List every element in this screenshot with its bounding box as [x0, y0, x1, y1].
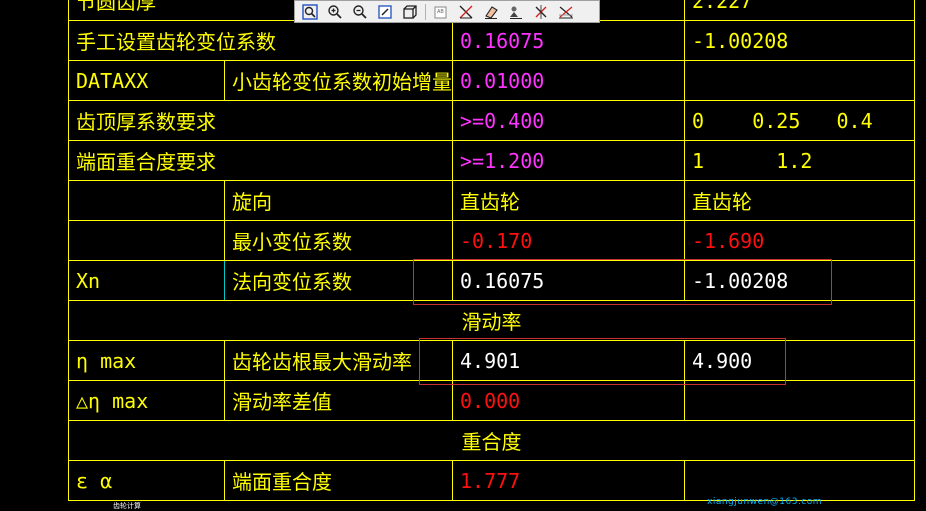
cell-sublabel: 小齿轮变位系数初始增量: [224, 60, 453, 101]
cell-value: 2.227: [684, 0, 915, 21]
cell-value-1: >=0.400: [452, 100, 685, 141]
toolbar-separator: [425, 3, 426, 20]
cell-value-1: 直齿轮: [452, 180, 685, 221]
cell-label: △η max: [68, 380, 225, 421]
cell-value-1: 0.16075: [452, 20, 685, 61]
cell-value-1: 0.01000: [452, 60, 685, 101]
edit-icon[interactable]: [374, 2, 396, 21]
eraser-icon[interactable]: [480, 2, 502, 21]
cell-label: 齿顶厚系数要求: [68, 100, 453, 141]
cell-value-2: -1.00208: [684, 20, 915, 61]
highlight-box-xn: [413, 259, 832, 305]
cell-label: [68, 220, 225, 261]
cell-label: 端面重合度要求: [68, 140, 453, 181]
crosshair-delete-icon[interactable]: [530, 2, 552, 21]
cell-sublabel: 端面重合度: [224, 460, 453, 501]
measure-cross-icon[interactable]: [455, 2, 477, 21]
cell-value-1: 0.000: [452, 380, 685, 421]
table-row: 最小变位系数 -0.170 -1.690: [68, 220, 915, 261]
cell-label: [68, 180, 225, 221]
cell-value-2: 直齿轮: [684, 180, 915, 221]
cell-label: Xn: [68, 260, 225, 301]
cell-label: η max: [68, 340, 225, 381]
highlight-box-eta: [419, 338, 786, 385]
cell-value-2: [684, 60, 915, 101]
cell-value-2: [684, 460, 915, 501]
cell-label: DATAXX: [68, 60, 225, 101]
zoom-window-icon[interactable]: [299, 2, 321, 21]
table-row: 端面重合度要求 >=1.200 1 1.2: [68, 140, 915, 181]
section-header: 滑动率: [68, 300, 915, 341]
cell-value-2: -1.690: [684, 220, 915, 261]
cell-sublabel: 旋向: [224, 180, 453, 221]
footer-watermark: xiangjunwen@163.com: [707, 497, 823, 507]
table-row: △η max 滑动率差值 0.000: [68, 380, 915, 421]
section-header: 重合度: [68, 420, 915, 461]
cell-value-1: -0.170: [452, 220, 685, 261]
cell-value-2: [684, 380, 915, 421]
cell-value-2: 0 0.25 0.4: [684, 100, 915, 141]
table-row: 旋向 直齿轮 直齿轮: [68, 180, 915, 221]
cell-sublabel: 滑动率差值: [224, 380, 453, 421]
layer-icon[interactable]: [505, 2, 527, 21]
cell-value-2: 1 1.2: [684, 140, 915, 181]
table-row: 手工设置齿轮变位系数 0.16075 -1.00208: [68, 20, 915, 61]
cell-value-1: 1.777: [452, 460, 685, 501]
table-row: ε α 端面重合度 1.777: [68, 460, 915, 501]
gear-parameter-table: 节圆齿厚 2.227 手工设置齿轮变位系数 0.16075 -1.00208 D…: [68, 0, 915, 501]
cell-value-1: >=1.200: [452, 140, 685, 181]
cell-sublabel: 最小变位系数: [224, 220, 453, 261]
snap-icon[interactable]: [555, 2, 577, 21]
table-row: 齿顶厚系数要求 >=0.400 0 0.25 0.4: [68, 100, 915, 141]
3d-box-icon[interactable]: [399, 2, 421, 21]
text-ab-icon[interactable]: AB: [430, 2, 452, 21]
table-row: 滑动率: [68, 300, 915, 341]
cell-label: 手工设置齿轮变位系数: [68, 20, 453, 61]
cad-toolbar: AB: [294, 0, 600, 23]
zoom-in-icon[interactable]: [324, 2, 346, 21]
svg-text:AB: AB: [437, 9, 444, 15]
zoom-out-icon[interactable]: [349, 2, 371, 21]
table-row: DATAXX 小齿轮变位系数初始增量 0.01000: [68, 60, 915, 101]
table-row: 重合度: [68, 420, 915, 461]
cell-label: ε α: [68, 460, 225, 501]
